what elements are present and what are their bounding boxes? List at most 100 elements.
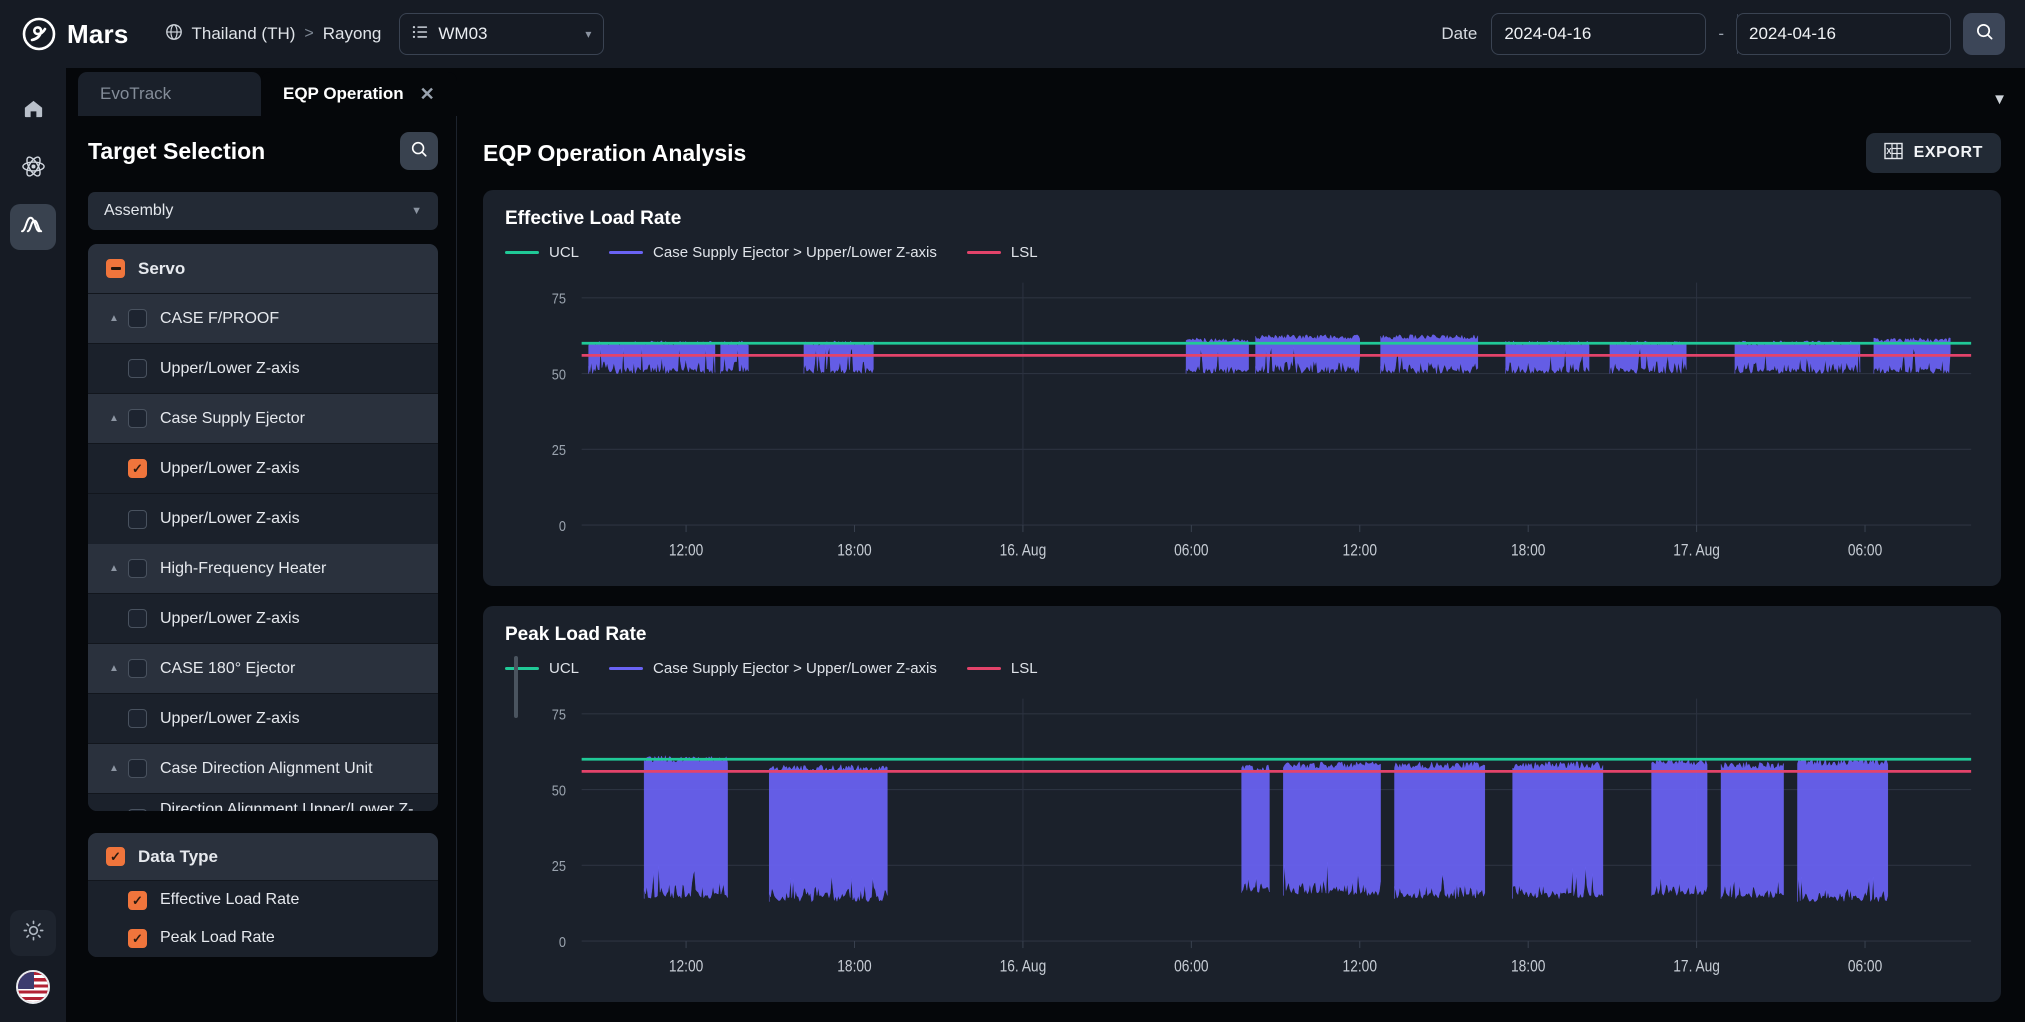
tree-row[interactable]: Upper/Lower Z-axis [88,694,438,744]
chart-plot-area[interactable]: 025507512:0018:0016. Aug06:0012:0018:001… [505,271,1979,574]
x-tick-label: 18:00 [1511,957,1545,975]
checkbox[interactable] [128,609,147,628]
data-type-panel: ✓ Data Type ✓ Effective Load Rate ✓ Peak… [88,833,438,957]
tree-row[interactable]: Upper/Lower Z-axis [88,594,438,644]
legend-item-series[interactable]: Case Supply Ejector > Upper/Lower Z-axis [609,244,937,261]
analysis-title: EQP Operation Analysis [483,140,746,167]
checkbox[interactable] [128,409,147,428]
tree-row-label: CASE 180° Ejector [160,660,295,678]
tab-eqp-operation[interactable]: EQP Operation ✕ [261,72,457,116]
legend-item-series[interactable]: Case Supply Ejector > Upper/Lower Z-axis [609,660,937,677]
tab-collapse-chevron-down-icon[interactable]: ▼ [1992,91,2007,108]
date-end-box[interactable] [1736,13,1951,55]
checkbox[interactable] [128,709,147,728]
legend-swatch [609,667,643,670]
close-icon[interactable]: ✕ [420,85,435,103]
rail-item-home[interactable] [10,88,56,134]
tree-row-label: Upper/Lower Z-axis [160,610,300,628]
data-type-checkbox[interactable]: ✓ [106,847,125,866]
breadcrumb-site[interactable]: Rayong [323,24,382,44]
excel-icon: X [1884,142,1904,165]
chevron-up-icon[interactable]: ▲ [106,413,122,424]
date-start-input[interactable] [1492,24,1737,44]
tree-row[interactable]: ▲ CASE 180° Ejector [88,644,438,694]
checkbox[interactable] [128,309,147,328]
target-selection-header: Target Selection [88,132,438,170]
x-tick-label: 06:00 [1174,541,1208,559]
y-tick-label: 25 [552,857,566,874]
tree-row[interactable]: ▲ Case Direction Alignment Unit [88,744,438,794]
checkbox[interactable]: ✓ [128,459,147,478]
us-flag-icon[interactable] [16,970,50,1004]
tree-row[interactable]: ▲High-Frequency Heater [88,544,438,594]
export-label: EXPORT [1914,144,1983,162]
chart-legend: UCL Case Supply Ejector > Upper/Lower Z-… [505,244,1979,261]
checkbox[interactable] [128,809,147,811]
tree-row[interactable]: Upper/Lower Z-axis [88,344,438,394]
legend-item-lsl[interactable]: LSL [967,660,1038,677]
legend-item-lsl[interactable]: LSL [967,244,1038,261]
tree-row[interactable]: ▲CASE F/PROOF [88,294,438,344]
y-tick-label: 75 [552,706,566,723]
tree-row-label: Case Supply Ejector [160,410,305,428]
tree-row-label: Case Direction Alignment Unit [160,760,373,778]
chevron-up-icon[interactable]: ▲ [106,663,122,674]
tree-row[interactable]: Servo [88,244,438,294]
tree-row[interactable]: Direction Alignment Upper/Lower Z-axis [88,794,438,811]
chevron-up-icon[interactable]: ▲ [106,563,122,574]
rail-item-analysis[interactable] [10,204,56,250]
chart-plot-area[interactable]: 025507512:0018:0016. Aug06:0012:0018:001… [505,687,1979,990]
breadcrumb-country[interactable]: Thailand (TH) [192,24,296,44]
svg-text:X: X [1886,147,1892,156]
legend-swatch [505,251,539,254]
series-path [644,756,1888,902]
date-range-separator: - [1718,24,1724,44]
checkbox[interactable] [128,559,147,578]
legend-label: LSL [1011,244,1038,261]
checkbox[interactable]: ✓ [128,891,147,910]
date-start-box[interactable] [1491,13,1706,55]
checkbox[interactable] [106,259,125,278]
assembly-select[interactable]: Assembly ▼ [88,192,438,230]
tab-evotrack[interactable]: EvoTrack [78,72,261,116]
checkbox[interactable] [128,759,147,778]
x-tick-label: 18:00 [837,541,871,559]
chart-card-peak-load-rate: Peak Load Rate UCL Case Supply Ejector >… [483,606,2001,1002]
x-tick-label: 18:00 [837,957,871,975]
tree-row-label: Upper/Lower Z-axis [160,710,300,728]
chevron-up-icon[interactable]: ▲ [106,313,122,324]
export-button[interactable]: X EXPORT [1866,133,2001,173]
tree-row-label: Upper/Lower Z-axis [160,360,300,378]
chart-title: Effective Load Rate [505,208,1979,230]
tree-row[interactable]: ✓Upper/Lower Z-axis [88,444,438,494]
main-area: EvoTrack EQP Operation ✕ ▼ Target Select… [66,68,2025,1022]
y-tick-label: 0 [559,933,566,950]
machine-select[interactable]: WM03 ▾ [399,13,604,55]
legend-swatch [609,251,643,254]
brand[interactable]: Mars [22,17,129,51]
left-icon-rail [0,68,66,1022]
data-type-item-peak-load-rate[interactable]: ✓ Peak Load Rate [88,919,438,957]
checkbox[interactable] [128,510,147,529]
checkbox[interactable] [128,659,147,678]
checkbox[interactable] [128,359,147,378]
checkbox[interactable]: ✓ [128,929,147,948]
theme-toggle-button[interactable] [10,910,56,956]
tree-row[interactable]: Upper/Lower Z-axis [88,494,438,544]
y-tick-label: 75 [552,290,566,307]
tree-row[interactable]: ▲ Case Supply Ejector [88,394,438,444]
data-type-item-effective-load-rate[interactable]: ✓ Effective Load Rate [88,881,438,919]
rail-item-atom[interactable] [10,146,56,192]
date-end-input[interactable] [1737,24,1982,44]
breadcrumb-separator: > [304,25,313,43]
search-button[interactable] [1963,13,2005,55]
sidebar-search-button[interactable] [400,132,438,170]
data-type-header[interactable]: ✓ Data Type [88,833,438,881]
bell-curve-icon [20,213,47,241]
legend-swatch [505,667,539,670]
chart-legend: UCL Case Supply Ejector > Upper/Lower Z-… [505,660,1979,677]
legend-item-ucl[interactable]: UCL [505,244,579,261]
chevron-up-icon[interactable]: ▲ [106,763,122,774]
chart-card-effective-load-rate: Effective Load Rate UCL Case Supply Ejec… [483,190,2001,586]
legend-swatch [967,667,1001,670]
